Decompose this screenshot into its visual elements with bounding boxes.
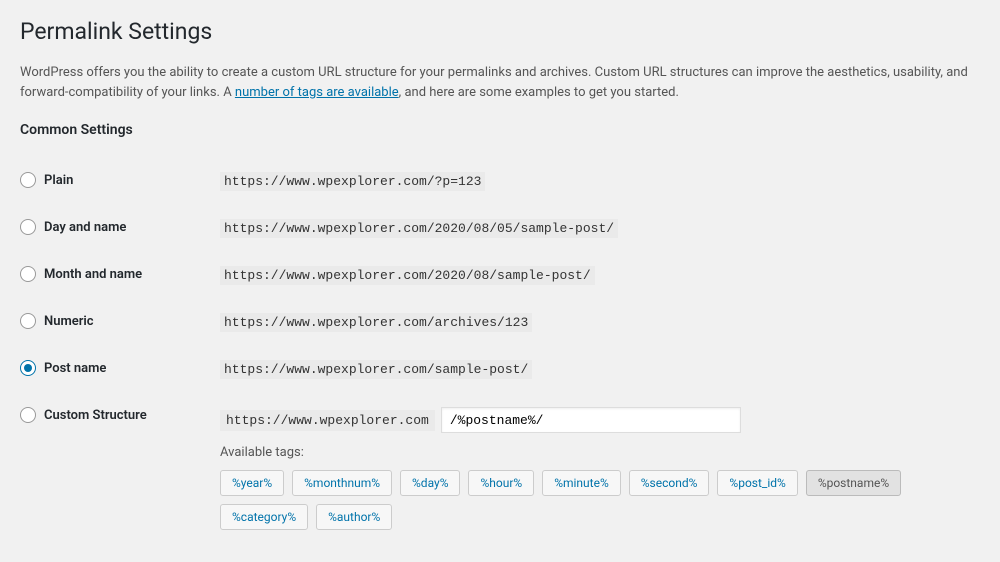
section-heading: Common Settings xyxy=(20,122,980,138)
option-post-name-radio[interactable] xyxy=(20,360,36,376)
permalink-options: Plain https://www.wpexplorer.com/?p=123 … xyxy=(20,158,980,544)
tag-year-button[interactable]: %year% xyxy=(220,470,284,496)
tag-hour-button[interactable]: %hour% xyxy=(468,470,534,496)
custom-url-prefix: https://www.wpexplorer.com xyxy=(220,410,435,431)
tag-second-button[interactable]: %second% xyxy=(629,470,710,496)
option-month-name-radio[interactable] xyxy=(20,266,36,282)
option-plain-row: Plain https://www.wpexplorer.com/?p=123 xyxy=(20,158,980,205)
tag-author-button[interactable]: %author% xyxy=(316,504,392,530)
option-day-name-radio[interactable] xyxy=(20,219,36,235)
option-custom-row: Custom Structure https://www.wpexplorer.… xyxy=(20,393,980,544)
option-plain-sample: https://www.wpexplorer.com/?p=123 xyxy=(220,172,485,191)
option-day-name-label[interactable]: Day and name xyxy=(44,220,126,235)
option-numeric-row: Numeric https://www.wpexplorer.com/archi… xyxy=(20,299,980,346)
page-description: WordPress offers you the ability to crea… xyxy=(20,63,980,102)
option-custom-radio[interactable] xyxy=(20,407,36,423)
option-day-name-sample: https://www.wpexplorer.com/2020/08/05/sa… xyxy=(220,219,618,238)
option-plain-label[interactable]: Plain xyxy=(44,173,73,188)
option-post-name-sample: https://www.wpexplorer.com/sample-post/ xyxy=(220,360,532,379)
tag-category-button[interactable]: %category% xyxy=(220,504,308,530)
option-post-name-label[interactable]: Post name xyxy=(44,361,106,376)
custom-structure-input[interactable] xyxy=(441,407,741,433)
tag-monthnum-button[interactable]: %monthnum% xyxy=(292,470,392,496)
available-tags-label: Available tags: xyxy=(220,445,980,460)
option-numeric-label[interactable]: Numeric xyxy=(44,314,94,329)
option-day-name-row: Day and name https://www.wpexplorer.com/… xyxy=(20,205,980,252)
tag-buttons: %year% %monthnum% %day% %hour% %minute% … xyxy=(220,470,980,530)
tag-minute-button[interactable]: %minute% xyxy=(542,470,621,496)
description-post: , and here are some examples to get you … xyxy=(399,85,679,100)
tag-postname-button[interactable]: %postname% xyxy=(806,470,901,496)
tags-help-link[interactable]: number of tags are available xyxy=(235,85,399,100)
page-title: Permalink Settings xyxy=(20,18,980,45)
option-plain-radio[interactable] xyxy=(20,172,36,188)
tag-day-button[interactable]: %day% xyxy=(400,470,460,496)
option-month-name-label[interactable]: Month and name xyxy=(44,267,142,282)
option-post-name-row: Post name https://www.wpexplorer.com/sam… xyxy=(20,346,980,393)
tag-postid-button[interactable]: %post_id% xyxy=(717,470,797,496)
option-month-name-sample: https://www.wpexplorer.com/2020/08/sampl… xyxy=(220,266,595,285)
option-month-name-row: Month and name https://www.wpexplorer.co… xyxy=(20,252,980,299)
option-numeric-sample: https://www.wpexplorer.com/archives/123 xyxy=(220,313,532,332)
option-custom-label[interactable]: Custom Structure xyxy=(44,408,147,423)
option-numeric-radio[interactable] xyxy=(20,313,36,329)
